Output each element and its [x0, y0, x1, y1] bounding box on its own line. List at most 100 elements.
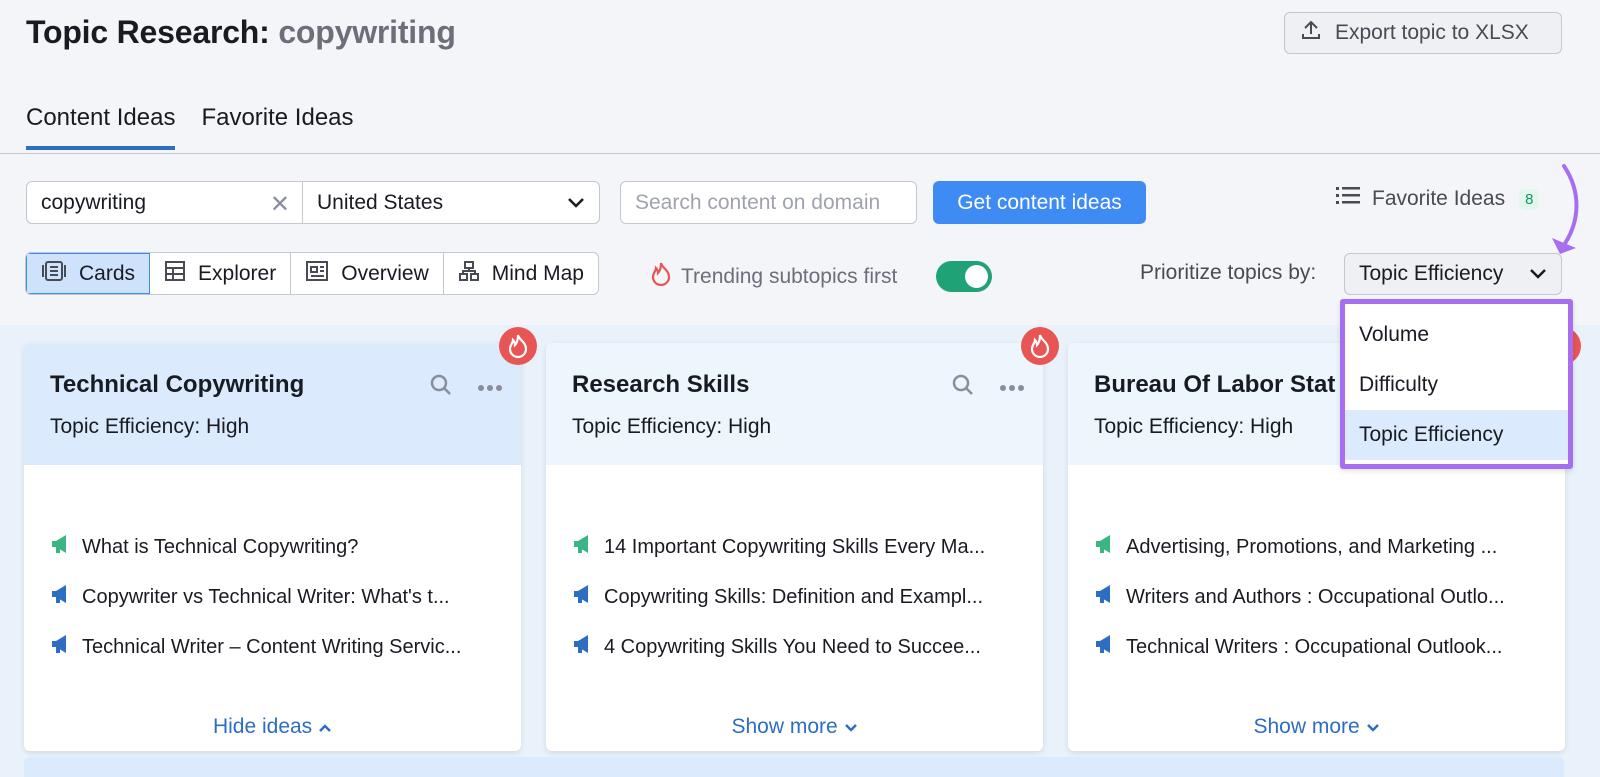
more-label: Hide ideas: [212, 715, 313, 738]
show-more-link[interactable]: Show more: [546, 715, 1043, 739]
topic-card: Technical Copywriting Topic Efficiency: …: [24, 343, 521, 751]
view-cards[interactable]: Cards: [26, 253, 151, 294]
flame-icon: [651, 262, 671, 292]
prioritize-value: Topic Efficiency: [1359, 262, 1504, 285]
idea-list: 14 Important Copywriting Skills Every Ma…: [546, 533, 1043, 661]
list-item[interactable]: Technical Writer – Content Writing Servi…: [50, 633, 495, 661]
idea-text: Technical Writers : Occupational Outlook…: [1126, 635, 1503, 658]
more-label: Show more: [731, 715, 838, 738]
megaphone-icon: [50, 533, 72, 561]
more-icon[interactable]: [477, 379, 503, 397]
tabs-divider: [0, 153, 1600, 154]
country-select[interactable]: United States: [303, 182, 599, 223]
view-cards-label: Cards: [79, 261, 136, 285]
megaphone-icon: [1094, 633, 1116, 661]
search-group: copywriting ✕ United States: [26, 181, 600, 224]
upload-icon: [1299, 18, 1323, 48]
trending-toggle[interactable]: [936, 261, 992, 292]
list-item[interactable]: Copywriting Skills: Definition and Examp…: [572, 583, 1017, 611]
cards-icon: [41, 260, 67, 288]
list-item[interactable]: Copywriter vs Technical Writer: What's t…: [50, 583, 495, 611]
favorite-ideas-link[interactable]: Favorite Ideas 8: [1336, 186, 1540, 212]
idea-text: Copywriting Skills: Definition and Examp…: [604, 585, 984, 608]
view-switcher: Cards Explorer Overview Mind Map: [25, 252, 599, 295]
prioritize-label: Prioritize topics by:: [1140, 261, 1317, 284]
search-icon[interactable]: [951, 373, 975, 402]
megaphone-icon: [50, 633, 72, 661]
card-header: Research Skills Topic Efficiency: High: [546, 343, 1043, 465]
list-item[interactable]: Writers and Authors : Occupational Outlo…: [1094, 583, 1539, 611]
clear-icon[interactable]: ✕: [270, 190, 290, 219]
view-mind-map[interactable]: Mind Map: [444, 253, 598, 294]
list-item[interactable]: Advertising, Promotions, and Marketing .…: [1094, 533, 1539, 561]
idea-text: 4 Copywriting Skills You Need to Succee.…: [604, 635, 981, 658]
idea-text: Advertising, Promotions, and Marketing .…: [1126, 535, 1498, 558]
megaphone-icon: [50, 583, 72, 611]
card-efficiency: Topic Efficiency: High: [50, 415, 250, 438]
idea-text: Copywriter vs Technical Writer: What's t…: [82, 585, 450, 608]
card-efficiency: Topic Efficiency: High: [572, 415, 772, 438]
hide-ideas-link[interactable]: Hide ideas: [24, 715, 521, 739]
mindmap-icon: [458, 260, 480, 288]
list-item[interactable]: 4 Copywriting Skills You Need to Succee.…: [572, 633, 1017, 661]
idea-list: What is Technical Copywriting? Copywrite…: [24, 533, 521, 661]
trending-toggle-label: Trending subtopics first: [651, 262, 897, 292]
annotation-arrow-icon: [1552, 164, 1579, 254]
prioritize-dropdown: Volume Difficulty Topic Efficiency: [1340, 299, 1573, 469]
view-overview[interactable]: Overview: [291, 253, 444, 294]
tabs: Content Ideas Favorite Ideas: [26, 104, 354, 150]
idea-list: Advertising, Promotions, and Marketing .…: [1068, 533, 1565, 661]
keyword-value: copywriting: [41, 190, 147, 214]
list-icon: [1336, 186, 1360, 212]
trending-flame-icon: [499, 327, 537, 365]
megaphone-icon: [572, 533, 594, 561]
more-label: Show more: [1253, 715, 1360, 738]
country-value: United States: [317, 190, 444, 214]
overview-icon: [305, 260, 329, 288]
view-explorer[interactable]: Explorer: [150, 253, 292, 294]
title-keyword: copywriting: [278, 14, 456, 50]
chevron-down-icon: [1529, 262, 1547, 286]
option-difficulty[interactable]: Difficulty: [1345, 360, 1568, 410]
more-icon[interactable]: [999, 379, 1025, 397]
export-label: Export topic to XLSX: [1335, 21, 1529, 44]
table-icon: [164, 260, 186, 288]
prioritize-select[interactable]: Topic Efficiency: [1344, 253, 1562, 295]
idea-text: What is Technical Copywriting?: [82, 535, 359, 558]
megaphone-icon: [572, 583, 594, 611]
view-overview-label: Overview: [341, 261, 429, 285]
list-item[interactable]: Technical Writers : Occupational Outlook…: [1094, 633, 1539, 661]
list-item[interactable]: 14 Important Copywriting Skills Every Ma…: [572, 533, 1017, 561]
tab-favorite-ideas[interactable]: Favorite Ideas: [201, 104, 353, 150]
idea-text: Technical Writer – Content Writing Servi…: [82, 635, 462, 658]
search-icon[interactable]: [429, 373, 453, 402]
get-content-ideas-button[interactable]: Get content ideas: [933, 181, 1146, 224]
chevron-down-icon: [1366, 715, 1380, 738]
list-item[interactable]: What is Technical Copywriting?: [50, 533, 495, 561]
domain-search-input[interactable]: Search content on domain: [620, 181, 917, 224]
idea-text: 14 Important Copywriting Skills Every Ma…: [604, 535, 986, 558]
option-volume[interactable]: Volume: [1345, 310, 1568, 360]
keyword-input[interactable]: copywriting ✕: [27, 182, 303, 223]
chevron-up-icon: [318, 715, 332, 738]
view-explorer-label: Explorer: [198, 261, 277, 285]
option-topic-efficiency[interactable]: Topic Efficiency: [1345, 410, 1568, 460]
card-tools: [429, 373, 503, 402]
favorite-ideas-label: Favorite Ideas: [1372, 187, 1506, 210]
title-prefix: Topic Research:: [26, 14, 270, 50]
chevron-down-icon: [567, 191, 585, 215]
card-header: Technical Copywriting Topic Efficiency: …: [24, 343, 521, 465]
card-tools: [951, 373, 1025, 402]
page-title: Topic Research: copywriting: [26, 14, 456, 51]
megaphone-icon: [1094, 583, 1116, 611]
tab-content-ideas[interactable]: Content Ideas: [26, 104, 176, 150]
idea-text: Writers and Authors : Occupational Outlo…: [1126, 585, 1505, 608]
export-button[interactable]: Export topic to XLSX: [1284, 12, 1562, 54]
chevron-down-icon: [844, 715, 858, 738]
next-card-row: [24, 757, 1564, 777]
megaphone-icon: [1094, 533, 1116, 561]
show-more-link[interactable]: Show more: [1068, 715, 1565, 739]
topic-card: Research Skills Topic Efficiency: High 1…: [546, 343, 1043, 751]
trending-label: Trending subtopics first: [681, 265, 898, 288]
view-mind-map-label: Mind Map: [491, 261, 584, 285]
